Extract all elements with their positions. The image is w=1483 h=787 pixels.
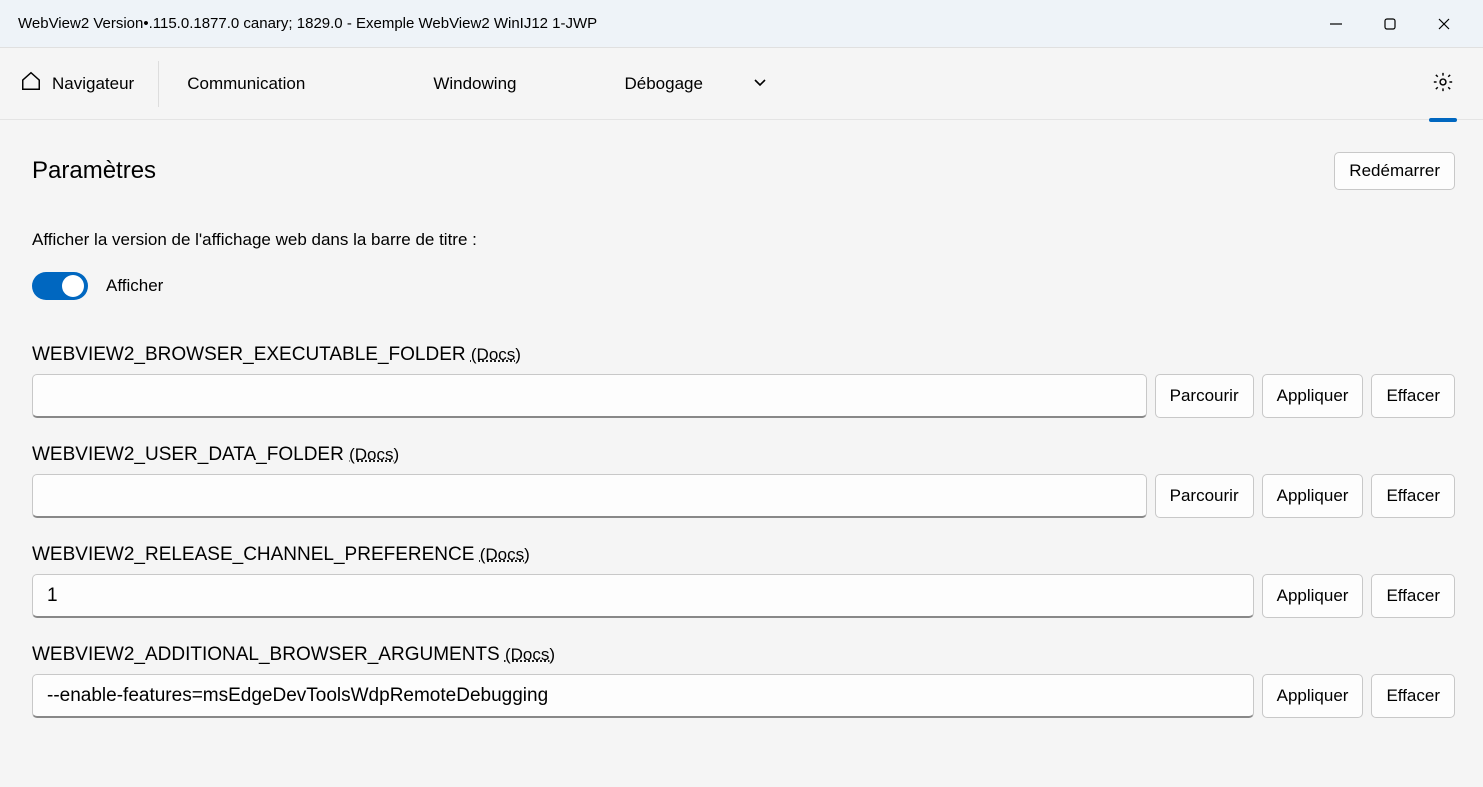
nav-windowing-label: Windowing xyxy=(433,74,516,94)
field-label: WEBVIEW2_RELEASE_CHANNEL_PREFERENCE xyxy=(32,544,474,565)
clear-button[interactable]: Effacer xyxy=(1371,374,1455,418)
window-controls xyxy=(1309,4,1471,44)
toggle-state-label: Afficher xyxy=(106,276,163,296)
field-additional-browser-arguments: WEBVIEW2_ADDITIONAL_BROWSER_ARGUMENTS (D… xyxy=(32,644,1455,718)
nav-debug-label: Débogage xyxy=(624,74,702,94)
apply-button[interactable]: Appliquer xyxy=(1262,474,1364,518)
show-version-toggle[interactable] xyxy=(32,272,88,300)
clear-button[interactable]: Effacer xyxy=(1371,474,1455,518)
home-icon xyxy=(20,70,42,97)
field-release-channel-preference: WEBVIEW2_RELEASE_CHANNEL_PREFERENCE (Doc… xyxy=(32,544,1455,618)
clear-button[interactable]: Effacer xyxy=(1371,574,1455,618)
nav-windowing[interactable]: Windowing xyxy=(409,61,540,107)
field-input-additional-browser-arguments[interactable] xyxy=(32,674,1254,718)
field-label: WEBVIEW2_BROWSER_EXECUTABLE_FOLDER xyxy=(32,344,466,365)
apply-button[interactable]: Appliquer xyxy=(1262,574,1364,618)
maximize-button[interactable] xyxy=(1363,4,1417,44)
nav-communication[interactable]: Communication xyxy=(163,61,329,107)
field-input-browser-executable-folder[interactable] xyxy=(32,374,1147,418)
chevron-down-icon xyxy=(753,74,767,94)
docs-link[interactable]: (Docs) xyxy=(471,345,521,364)
field-label: WEBVIEW2_USER_DATA_FOLDER xyxy=(32,444,344,465)
nav-settings[interactable] xyxy=(1423,64,1463,104)
field-input-release-channel-preference[interactable] xyxy=(32,574,1254,618)
field-label: WEBVIEW2_ADDITIONAL_BROWSER_ARGUMENTS xyxy=(32,644,500,665)
active-tab-indicator xyxy=(1429,118,1457,122)
apply-button[interactable]: Appliquer xyxy=(1262,374,1364,418)
field-browser-executable-folder: WEBVIEW2_BROWSER_EXECUTABLE_FOLDER (Docs… xyxy=(32,344,1455,418)
minimize-button[interactable] xyxy=(1309,4,1363,44)
titlebar: WebView2 Version•.115.0.1877.0 canary; 1… xyxy=(0,0,1483,48)
restart-button[interactable]: Redémarrer xyxy=(1334,152,1455,190)
page-title: Paramètres xyxy=(32,157,156,185)
close-button[interactable] xyxy=(1417,4,1471,44)
browse-button[interactable]: Parcourir xyxy=(1155,474,1254,518)
docs-link[interactable]: (Docs) xyxy=(505,645,555,664)
nav-debug[interactable]: Débogage xyxy=(600,61,790,107)
gear-icon xyxy=(1432,71,1454,97)
field-user-data-folder: WEBVIEW2_USER_DATA_FOLDER (Docs) Parcour… xyxy=(32,444,1455,518)
navbar: Navigateur Communication Windowing Débog… xyxy=(0,48,1483,120)
nav-communication-label: Communication xyxy=(187,74,305,94)
apply-button[interactable]: Appliquer xyxy=(1262,674,1364,718)
docs-link[interactable]: (Docs) xyxy=(349,445,399,464)
content: Paramètres Redémarrer Afficher la versio… xyxy=(0,120,1483,718)
browse-button[interactable]: Parcourir xyxy=(1155,374,1254,418)
clear-button[interactable]: Effacer xyxy=(1371,674,1455,718)
docs-link[interactable]: (Docs) xyxy=(480,545,530,564)
field-input-user-data-folder[interactable] xyxy=(32,474,1147,518)
show-version-label: Afficher la version de l'affichage web d… xyxy=(32,230,1455,250)
nav-home-label: Navigateur xyxy=(52,74,134,94)
window-title: WebView2 Version•.115.0.1877.0 canary; 1… xyxy=(12,15,1309,32)
toggle-knob xyxy=(62,275,84,297)
nav-home[interactable]: Navigateur xyxy=(12,61,159,107)
